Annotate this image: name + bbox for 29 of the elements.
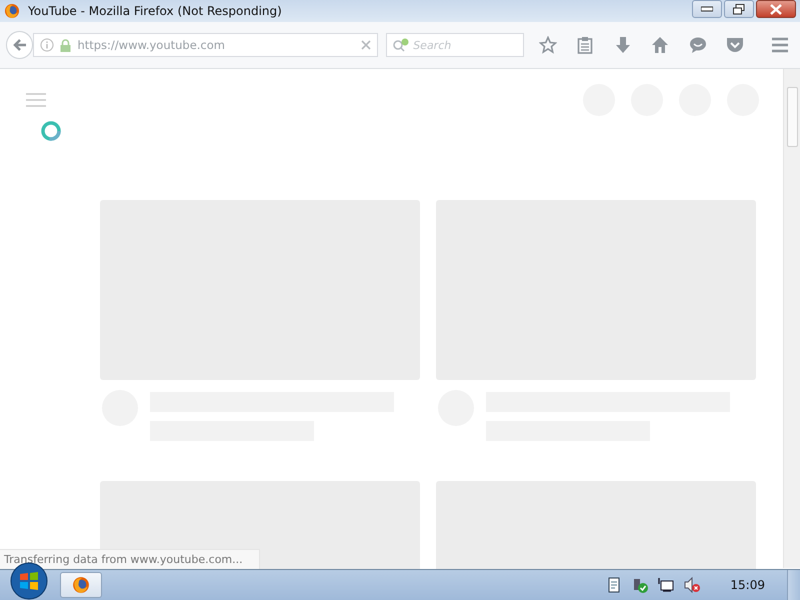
scrollbar-thumb[interactable] <box>786 87 798 147</box>
browser-logo-icon <box>4 3 20 19</box>
search-field[interactable]: Search <box>386 33 524 57</box>
taskbar-app-button[interactable] <box>60 572 102 598</box>
window-title: YouTube - Mozilla Firefox (Not Responding) <box>28 4 283 18</box>
restore-button[interactable] <box>724 0 754 18</box>
minimize-button[interactable] <box>692 0 722 18</box>
lock-icon[interactable] <box>60 38 72 52</box>
close-icon[interactable] <box>361 40 372 50</box>
clock-text: 15:09 <box>730 578 765 592</box>
info-icon[interactable] <box>40 38 54 52</box>
restore-icon <box>733 4 745 14</box>
browser-logo-icon <box>72 576 90 594</box>
menu-icon[interactable] <box>26 93 46 107</box>
scrollbar[interactable] <box>783 69 800 568</box>
back-button[interactable] <box>6 31 34 59</box>
network-icon[interactable] <box>658 577 674 593</box>
minimize-icon <box>701 6 713 12</box>
close-button[interactable] <box>756 0 796 18</box>
loading-spinner-icon <box>40 120 62 142</box>
show-desktop-button[interactable] <box>787 570 800 600</box>
speaker-muted-icon[interactable] <box>684 577 700 593</box>
url-text: https://www.youtube.com <box>77 38 226 52</box>
close-icon <box>770 4 782 14</box>
status-text: Transferring data from www.youtube.com... <box>0 549 260 570</box>
address-field[interactable]: https://www.youtube.com <box>33 33 378 57</box>
back-arrow-icon <box>12 38 27 52</box>
device-check-icon[interactable] <box>632 577 648 593</box>
document-icon[interactable] <box>606 577 622 593</box>
